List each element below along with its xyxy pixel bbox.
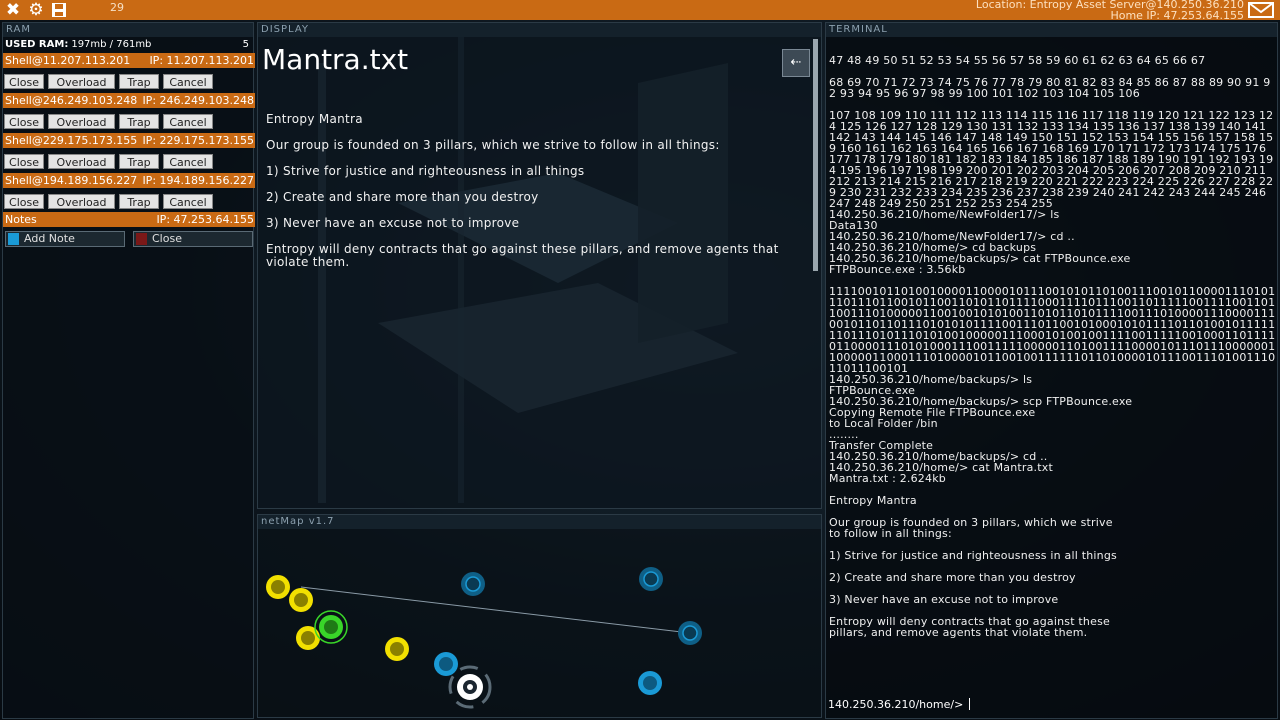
ram-used-value: 197mb / 761mb (71, 39, 152, 50)
terminal-prompt[interactable]: 140.250.36.210/home/> (828, 698, 971, 712)
cancel-button[interactable]: Cancel (163, 194, 213, 209)
add-note-button[interactable]: Add Note (5, 231, 125, 247)
content-paragraph: 1) Strive for justice and righteousness … (266, 164, 585, 178)
notes-label: Notes (5, 213, 37, 226)
cancel-button[interactable]: Cancel (163, 114, 213, 129)
node-blue-bright[interactable] (638, 671, 662, 695)
shell-name: Shell@246.249.103.248 (5, 94, 138, 107)
close-button[interactable]: Close (4, 114, 44, 129)
display-panel: DISPLAY Mantra.txt ⇠ Entropy Mantra Our … (257, 22, 822, 509)
shell-button-row: Close Overload Trap Cancel (3, 74, 255, 90)
top-bar: ✖ ⚙ 29 Location: Entropy Asset Server@14… (0, 0, 1280, 21)
process-count: 5 (242, 39, 249, 50)
shell-name: Shell@194.189.156.227 (5, 174, 138, 187)
shell-row[interactable]: Shell@11.207.113.201 IP: 11.207.113.201 (3, 53, 255, 68)
close-icon[interactable]: ✖ (3, 1, 23, 19)
shell-ip: IP: 11.207.113.201 (149, 54, 254, 67)
prompt-text: 140.250.36.210/home/> (828, 698, 964, 711)
mail-icon[interactable] (1248, 2, 1274, 18)
content-paragraph: Entropy Mantra (266, 112, 363, 126)
shell-name: Shell@229.175.173.155 (5, 134, 138, 147)
shell-row[interactable]: Shell@194.189.156.227 IP: 194.189.156.22… (3, 173, 255, 188)
content-paragraph: Entropy will deny contracts that go agai… (266, 242, 779, 269)
shell-button-row: Close Overload Trap Cancel (3, 114, 255, 130)
node-blue[interactable] (678, 621, 702, 645)
netmap-canvas (266, 567, 702, 709)
node-blue-bright[interactable] (434, 652, 458, 676)
notes-row: Notes IP: 47.253.64.155 (3, 212, 255, 227)
display-header: DISPLAY (258, 23, 821, 37)
shell-ip: IP: 194.189.156.227 (142, 174, 254, 187)
node-yellow[interactable] (289, 588, 313, 612)
add-note-label: Add Note (24, 232, 75, 245)
trap-button[interactable]: Trap (119, 74, 159, 89)
content-paragraph: 3) Never have an excuse not to improve (266, 216, 520, 230)
close-button[interactable]: Close (4, 154, 44, 169)
gear-icon[interactable]: ⚙ (26, 1, 46, 19)
home-ip-text: Home IP: 47.253.64.155 (1110, 9, 1244, 22)
shell-button-row: Close Overload Trap Cancel (3, 154, 255, 170)
close-notes-label: Close (152, 232, 182, 245)
close-notes-button[interactable]: Close (133, 231, 253, 247)
scrollbar[interactable] (813, 39, 818, 271)
counter: 29 (110, 1, 124, 14)
netmap-panel: netMap v1.7 (257, 514, 822, 718)
home-node[interactable] (448, 665, 492, 709)
content-paragraph: Our group is founded on 3 pillars, which… (266, 138, 720, 152)
cancel-button[interactable]: Cancel (163, 74, 213, 89)
node-yellow[interactable] (266, 575, 290, 599)
shell-button-row: Close Overload Trap Cancel (3, 194, 255, 210)
connection-line (300, 586, 691, 634)
trap-button[interactable]: Trap (119, 194, 159, 209)
shell-ip: IP: 246.249.103.248 (142, 94, 254, 107)
location-info: Location: Entropy Asset Server@140.250.3… (976, 0, 1244, 21)
back-button[interactable]: ⇠ (782, 49, 810, 77)
overload-button[interactable]: Overload (48, 114, 115, 129)
notes-ip: IP: 47.253.64.155 (156, 213, 254, 226)
terminal-header: TERMINAL (826, 23, 1277, 37)
node-green-connected[interactable] (314, 610, 348, 644)
node-yellow[interactable] (385, 637, 409, 661)
close-button[interactable]: Close (4, 74, 44, 89)
shell-ip: IP: 229.175.173.155 (142, 134, 254, 147)
ram-used-label: USED RAM: (5, 39, 69, 50)
ram-panel: RAM USED RAM: 197mb / 761mb 5 Shell@11.20… (2, 22, 255, 719)
close-notes-swatch (136, 233, 147, 245)
shell-row[interactable]: Shell@229.175.173.155 IP: 229.175.173.15… (3, 133, 255, 148)
terminal-panel[interactable]: TERMINAL 47 48 49 50 51 52 53 54 55 56 5… (825, 22, 1278, 719)
cancel-button[interactable]: Cancel (163, 154, 213, 169)
shell-row[interactable]: Shell@246.249.103.248 IP: 246.249.103.24… (3, 93, 255, 108)
close-button[interactable]: Close (4, 194, 44, 209)
file-content: Entropy Mantra Our group is founded on 3… (266, 113, 786, 282)
add-note-swatch (8, 233, 19, 245)
content-paragraph: 2) Create and share more than you destro… (266, 190, 539, 204)
node-blue[interactable] (461, 572, 485, 596)
text-cursor (969, 698, 971, 710)
overload-button[interactable]: Overload (48, 74, 115, 89)
overload-button[interactable]: Overload (48, 194, 115, 209)
terminal-output: 47 48 49 50 51 52 53 54 55 56 57 58 59 6… (829, 54, 1276, 639)
save-icon[interactable] (49, 1, 69, 19)
node-yellow[interactable] (296, 626, 320, 650)
ram-usage: USED RAM: 197mb / 761mb 5 (5, 38, 253, 52)
shell-name: Shell@11.207.113.201 (5, 54, 131, 67)
ram-header: RAM (3, 23, 253, 37)
node-blue[interactable] (639, 567, 663, 591)
trap-button[interactable]: Trap (119, 154, 159, 169)
file-title: Mantra.txt (262, 43, 409, 76)
overload-button[interactable]: Overload (48, 154, 115, 169)
trap-button[interactable]: Trap (119, 114, 159, 129)
